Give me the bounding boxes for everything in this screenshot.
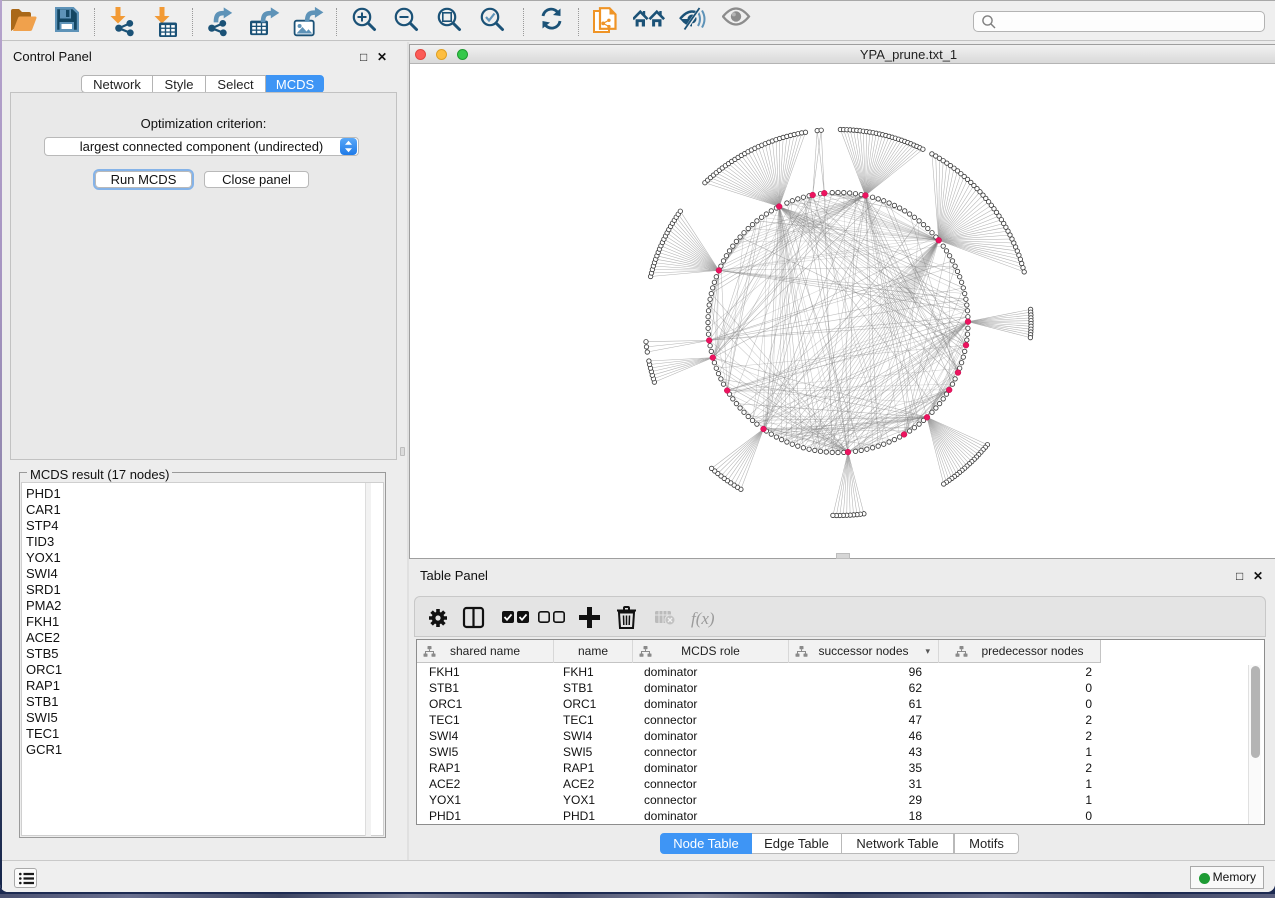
svg-text:f(x): f(x) — [691, 609, 715, 628]
